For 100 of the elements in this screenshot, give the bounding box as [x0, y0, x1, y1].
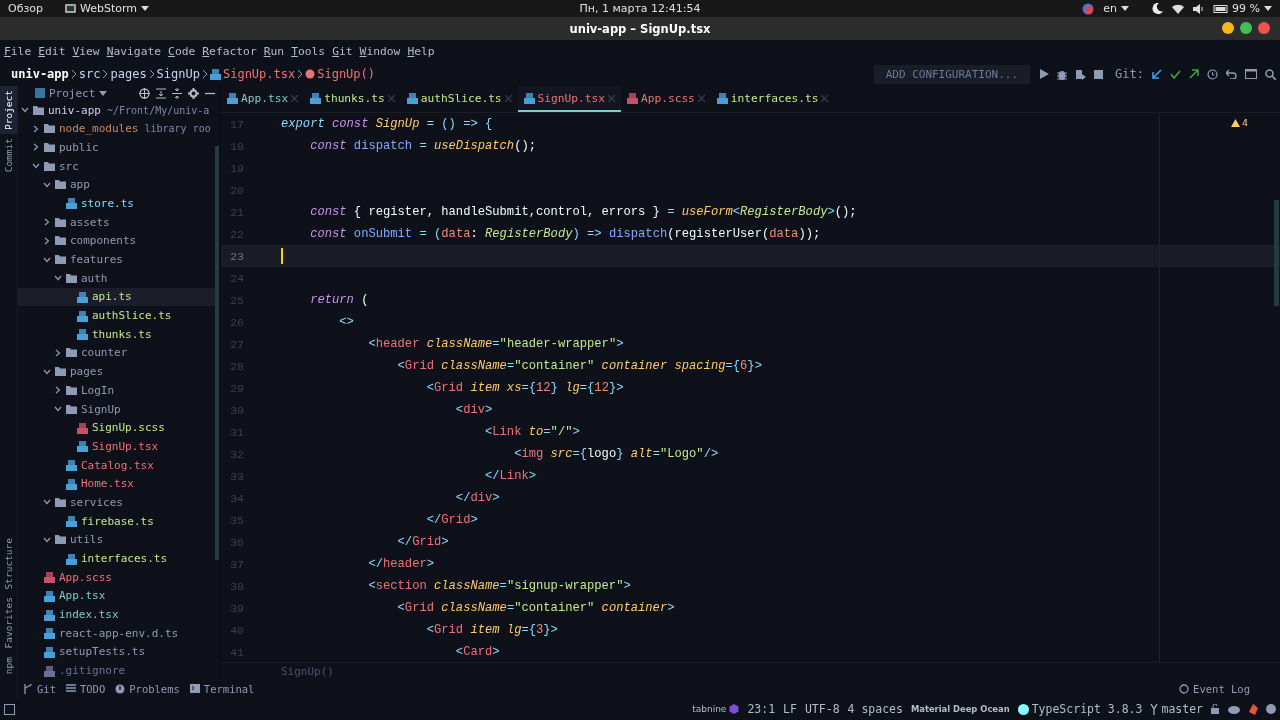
menu-item[interactable]: Refactor: [202, 44, 257, 58]
tool-window-tab[interactable]: Project: [0, 86, 17, 135]
chevron-icon[interactable]: [54, 405, 62, 414]
tree-item[interactable]: react-app-env.d.ts: [18, 623, 219, 643]
tree-item[interactable]: SignUp.tsx: [18, 437, 219, 456]
tree-item[interactable]: node_modules library roo: [18, 119, 219, 139]
tool-window-button[interactable]: Terminal: [189, 683, 255, 695]
minimize-button[interactable]: [1222, 22, 1234, 34]
tree-item[interactable]: SignUp: [18, 399, 219, 419]
tree-item[interactable]: setupTests.ts: [18, 642, 219, 662]
collapse-all-icon[interactable]: [172, 87, 182, 99]
menu-item[interactable]: Edit: [38, 44, 66, 58]
editor-tab[interactable]: App.tsx: [221, 86, 305, 112]
breadcrumb-item[interactable]: SignUp: [156, 67, 200, 81]
cursor-position[interactable]: 23:1: [747, 702, 776, 716]
tree-item[interactable]: thunks.ts: [18, 324, 219, 344]
shape-icon[interactable]: [1248, 703, 1258, 715]
breadcrumb-item[interactable]: pages: [110, 67, 147, 81]
breadcrumb-item[interactable]: SignUp.tsx: [222, 67, 296, 81]
tree-item[interactable]: auth: [18, 268, 219, 288]
tree-item[interactable]: src: [18, 156, 219, 176]
menu-item[interactable]: Git: [332, 44, 353, 58]
editor-tab[interactable]: App.scss: [620, 86, 711, 112]
tool-window-tab[interactable]: Structure: [0, 533, 17, 594]
window-icon[interactable]: [1245, 69, 1257, 79]
tree-item[interactable]: firebase.ts: [18, 511, 219, 531]
tree-item[interactable]: .gitignore: [18, 661, 219, 680]
locate-icon[interactable]: [139, 87, 150, 99]
menu-item[interactable]: Window: [359, 44, 401, 58]
tree-item[interactable]: store.ts: [18, 194, 219, 213]
chevron-icon[interactable]: [43, 367, 51, 376]
tree-item[interactable]: SignUp.scss: [18, 418, 219, 438]
undo-icon[interactable]: [1226, 69, 1237, 79]
run-configuration-button[interactable]: ADD CONFIGURATION...: [873, 64, 1031, 84]
search-icon[interactable]: [1265, 68, 1276, 80]
tree-item[interactable]: assets: [18, 212, 219, 232]
breadcrumb-item[interactable]: src: [78, 67, 101, 81]
warning-indicator[interactable]: 4: [1230, 117, 1248, 128]
clock-icon[interactable]: [1207, 68, 1218, 80]
tree-item[interactable]: interfaces.ts: [18, 549, 219, 568]
caret-icon[interactable]: [141, 6, 150, 11]
moon-icon[interactable]: [1152, 3, 1164, 14]
menu-item[interactable]: Help: [407, 44, 435, 58]
tree-item[interactable]: counter: [18, 343, 219, 363]
theme-name[interactable]: Material Deep Ocean: [910, 704, 1010, 714]
chevron-icon[interactable]: [32, 143, 40, 152]
scrollbar-thumb[interactable]: [1274, 200, 1279, 306]
chevron-icon[interactable]: [43, 255, 51, 264]
tree-item[interactable]: authSlice.ts: [18, 306, 219, 325]
tool-window-tab[interactable]: Favorites: [0, 593, 17, 653]
chevron-icon[interactable]: [54, 386, 62, 395]
wifi-icon[interactable]: [1172, 3, 1185, 14]
stop-icon[interactable]: [1094, 69, 1104, 79]
line-separator[interactable]: LF: [783, 702, 797, 716]
menu-item[interactable]: Navigate: [106, 44, 162, 58]
app-menu[interactable]: WebStorm: [65, 2, 150, 15]
status-icon[interactable]: [1266, 704, 1276, 714]
tree-item[interactable]: App.tsx: [18, 586, 219, 606]
tree-item[interactable]: Home.tsx: [18, 474, 219, 494]
tree-item[interactable]: features: [18, 250, 219, 269]
chevron-icon[interactable]: [43, 180, 51, 189]
indent-setting[interactable]: 4 spaces: [847, 702, 903, 716]
tree-item[interactable]: app: [18, 175, 219, 195]
lock-icon[interactable]: [1211, 704, 1220, 714]
tree-item[interactable]: pages: [18, 362, 219, 381]
menu-item[interactable]: Tools: [291, 44, 326, 58]
menu-item[interactable]: Run: [263, 44, 285, 58]
tree-item[interactable]: univ-app ~/Front/My/univ-a: [18, 100, 219, 120]
editor-tab[interactable]: interfaces.ts: [710, 86, 835, 112]
expand-all-icon[interactable]: [156, 87, 166, 99]
tree-item[interactable]: utils: [18, 530, 219, 550]
volume-icon[interactable]: [1193, 3, 1205, 14]
update-arrow-icon[interactable]: [1152, 69, 1162, 79]
settings-icon[interactable]: [188, 87, 199, 99]
cloud-icon[interactable]: [1228, 704, 1240, 714]
editor-tab[interactable]: authSlice.ts: [400, 86, 518, 112]
tool-window-tab[interactable]: npm: [0, 652, 17, 678]
chevron-icon[interactable]: [54, 274, 62, 283]
editor-tab[interactable]: thunks.ts: [304, 86, 401, 112]
chevron-icon[interactable]: [32, 124, 40, 133]
git-branch[interactable]: master: [1150, 702, 1203, 716]
tree-item[interactable]: Catalog.tsx: [18, 455, 219, 475]
chevron-icon[interactable]: [43, 218, 51, 227]
breadcrumb-item[interactable]: SignUp(): [317, 67, 375, 81]
tree-item[interactable]: index.tsx: [18, 605, 219, 624]
menu-item[interactable]: File: [4, 44, 32, 58]
push-arrow-icon[interactable]: [1189, 69, 1199, 79]
tree-item[interactable]: services: [18, 493, 219, 512]
chevron-icon[interactable]: [54, 348, 62, 357]
clock[interactable]: Пн, 1 марта 12:41:54: [579, 2, 701, 15]
menu-item[interactable]: Code: [168, 44, 196, 58]
panel-title-dropdown[interactable]: Project: [49, 86, 108, 100]
event-log-button[interactable]: Event Log: [1179, 683, 1250, 695]
tree-item[interactable]: App.scss: [18, 567, 219, 587]
breadcrumb-item[interactable]: univ-app: [11, 67, 69, 81]
tree-item[interactable]: public: [18, 138, 219, 157]
file-encoding[interactable]: UTF-8: [804, 702, 840, 716]
checkmark-icon[interactable]: [1170, 69, 1181, 79]
chevron-icon[interactable]: [43, 498, 51, 507]
tool-windows-icon[interactable]: [4, 703, 15, 715]
